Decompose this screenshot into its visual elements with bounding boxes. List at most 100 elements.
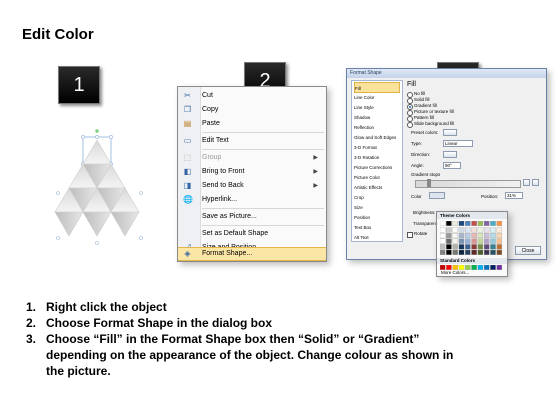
color-label: Color: [411, 194, 422, 199]
theme-color-swatch[interactable]: [458, 221, 465, 226]
theme-color-swatch[interactable]: [446, 249, 452, 255]
theme-color-swatch[interactable]: [465, 249, 471, 255]
theme-color-swatch[interactable]: [458, 249, 465, 255]
more-colors-link[interactable]: More Colors...: [441, 270, 469, 276]
menu-item-copy[interactable]: ❐ Copy: [178, 103, 326, 117]
direction-dropdown[interactable]: [443, 151, 457, 158]
theme-color-swatch[interactable]: [458, 227, 465, 233]
theme-color-swatch[interactable]: [471, 244, 477, 250]
theme-color-swatch[interactable]: [452, 249, 458, 255]
theme-color-swatch[interactable]: [465, 238, 471, 244]
theme-color-swatch[interactable]: [477, 238, 484, 244]
theme-color-swatch[interactable]: [440, 221, 446, 226]
menu-item-save-as-picture[interactable]: Save as Picture...: [178, 210, 326, 224]
theme-color-swatch[interactable]: [490, 244, 496, 250]
rotation-handle[interactable]: [95, 129, 99, 133]
theme-color-swatch[interactable]: [452, 238, 458, 244]
theme-color-swatch[interactable]: [446, 221, 452, 226]
theme-color-swatch[interactable]: [477, 233, 484, 239]
theme-color-swatch[interactable]: [483, 238, 490, 244]
theme-color-swatch[interactable]: [465, 227, 471, 233]
theme-color-swatch[interactable]: [483, 244, 490, 250]
type-select[interactable]: Linear: [443, 140, 473, 147]
position-input[interactable]: 31%: [505, 192, 523, 199]
theme-color-swatch[interactable]: [496, 244, 503, 250]
standard-color-swatch[interactable]: [471, 265, 477, 270]
theme-color-swatch[interactable]: [477, 227, 484, 233]
angle-input[interactable]: 90°: [443, 162, 461, 169]
theme-color-swatch[interactable]: [477, 249, 484, 255]
color-picker-button[interactable]: [429, 192, 445, 199]
step-num: 2.: [26, 316, 37, 330]
standard-color-swatch[interactable]: [490, 265, 496, 270]
theme-color-swatch[interactable]: [440, 238, 446, 244]
theme-color-swatch[interactable]: [483, 233, 490, 239]
theme-color-swatch[interactable]: [440, 249, 446, 255]
theme-color-swatch[interactable]: [471, 227, 477, 233]
theme-color-grid[interactable]: [440, 221, 504, 257]
theme-color-swatch[interactable]: [496, 233, 503, 239]
theme-color-swatch[interactable]: [458, 233, 465, 239]
theme-color-swatch[interactable]: [452, 244, 458, 250]
theme-color-swatch[interactable]: [452, 233, 458, 239]
menu-item-label: Paste: [202, 120, 220, 127]
theme-color-swatch[interactable]: [483, 227, 490, 233]
preset-colors-dropdown[interactable]: [443, 129, 457, 136]
theme-color-swatch[interactable]: [465, 244, 471, 250]
remove-stop-button[interactable]: [532, 179, 539, 186]
theme-color-swatch[interactable]: [458, 244, 465, 250]
theme-color-swatch[interactable]: [483, 249, 490, 255]
submenu-arrow-icon: ▶: [313, 169, 318, 175]
menu-item-cut[interactable]: ✂ Cut: [178, 89, 326, 103]
theme-color-swatch[interactable]: [471, 221, 477, 226]
theme-color-swatch[interactable]: [465, 233, 471, 239]
theme-color-swatch[interactable]: [471, 249, 477, 255]
theme-color-swatch[interactable]: [496, 227, 503, 233]
theme-color-swatch[interactable]: [440, 227, 446, 233]
menu-item-hyperlink[interactable]: 🌐 Hyperlink...: [178, 193, 326, 207]
step-number-1: 1: [58, 66, 100, 104]
menu-item-bring-to-front[interactable]: ◧ Bring to Front ▶: [178, 165, 326, 179]
theme-color-swatch[interactable]: [471, 233, 477, 239]
theme-color-swatch[interactable]: [446, 233, 452, 239]
menu-item-format-shape[interactable]: ◈ Format Shape...: [178, 247, 326, 261]
theme-color-swatch[interactable]: [458, 238, 465, 244]
nav-item-alt-text[interactable]: Alt Text: [354, 232, 400, 243]
step-text: Choose Format Shape in the dialog box: [46, 316, 273, 330]
radio-slide-background-fill[interactable]: [407, 122, 413, 128]
theme-color-swatch[interactable]: [477, 244, 484, 250]
close-button[interactable]: Close: [515, 246, 541, 255]
standard-color-swatch[interactable]: [496, 265, 503, 270]
menu-item-edit-text[interactable]: ▭ Edit Text: [178, 134, 326, 148]
standard-color-swatch[interactable]: [477, 265, 484, 270]
theme-color-swatch[interactable]: [490, 249, 496, 255]
theme-color-swatch[interactable]: [446, 227, 452, 233]
theme-color-swatch[interactable]: [452, 227, 458, 233]
add-stop-button[interactable]: [523, 179, 530, 186]
menu-item-paste[interactable]: ▤ Paste: [178, 117, 326, 131]
theme-color-swatch[interactable]: [465, 221, 471, 226]
standard-color-swatch[interactable]: [483, 265, 490, 270]
rotate-checkbox[interactable]: [407, 232, 413, 238]
theme-color-swatch[interactable]: [446, 244, 452, 250]
rotate-label: Rotate: [414, 231, 428, 236]
triangle-pyramid-object[interactable]: [40, 120, 160, 250]
theme-color-swatch[interactable]: [477, 221, 484, 226]
theme-color-swatch[interactable]: [440, 244, 446, 250]
menu-item-set-default-shape[interactable]: Set as Default Shape: [178, 227, 326, 241]
theme-color-swatch[interactable]: [471, 238, 477, 244]
theme-color-swatch[interactable]: [496, 238, 503, 244]
theme-color-swatch[interactable]: [490, 238, 496, 244]
menu-item-send-to-back[interactable]: ◨ Send to Back ▶: [178, 179, 326, 193]
gradient-stop-handle[interactable]: [427, 179, 431, 187]
edit-text-icon: ▭: [183, 136, 192, 145]
theme-color-swatch[interactable]: [490, 233, 496, 239]
theme-color-swatch[interactable]: [452, 221, 458, 226]
theme-color-swatch[interactable]: [483, 221, 490, 226]
theme-color-swatch[interactable]: [446, 238, 452, 244]
theme-color-swatch[interactable]: [490, 221, 496, 226]
theme-color-swatch[interactable]: [490, 227, 496, 233]
theme-color-swatch[interactable]: [496, 249, 503, 255]
theme-color-swatch[interactable]: [496, 221, 503, 226]
theme-color-swatch[interactable]: [440, 233, 446, 239]
